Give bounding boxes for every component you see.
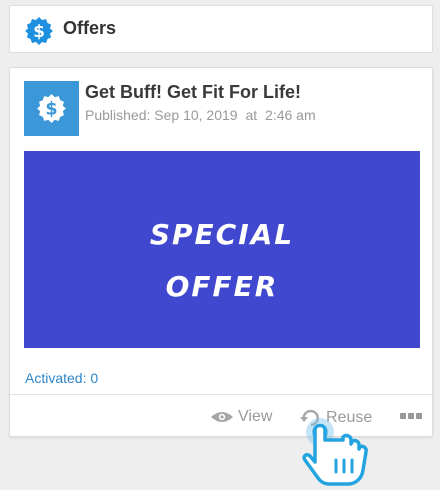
published-time: 2:46 am xyxy=(265,107,316,123)
more-options-button[interactable] xyxy=(400,413,422,419)
view-button[interactable]: View xyxy=(210,408,272,426)
published-info: Published: Sep 10, 2019 at 2:46 am xyxy=(85,107,316,123)
eye-icon xyxy=(211,412,233,422)
published-date: Sep 10, 2019 xyxy=(154,107,238,123)
page-title: Offers xyxy=(63,18,117,38)
pointer-hand-icon xyxy=(302,418,368,486)
published-label: Published: xyxy=(85,107,151,123)
published-at: at xyxy=(245,107,258,123)
offer-thumbnail[interactable]: $ xyxy=(24,81,79,136)
view-label: View xyxy=(238,408,273,425)
banner-text: SPECIAL OFFER xyxy=(24,209,420,313)
banner-line-1: SPECIAL xyxy=(149,218,295,251)
svg-text:$: $ xyxy=(33,22,45,42)
offer-banner-image[interactable]: SPECIAL OFFER xyxy=(24,151,420,348)
offer-title[interactable]: Get Buff! Get Fit For Life! xyxy=(85,82,301,103)
banner-line-2: OFFER xyxy=(165,270,279,303)
offer-card: $ Get Buff! Get Fit For Life! Published:… xyxy=(9,67,433,437)
more-dots-icon xyxy=(400,413,422,419)
offers-header: $ Offers xyxy=(9,5,433,53)
dollar-badge-icon: $ xyxy=(37,94,66,123)
activated-link[interactable]: Activated: 0 xyxy=(25,370,98,386)
dollar-badge-icon: $ xyxy=(25,17,53,45)
svg-text:$: $ xyxy=(45,100,57,120)
